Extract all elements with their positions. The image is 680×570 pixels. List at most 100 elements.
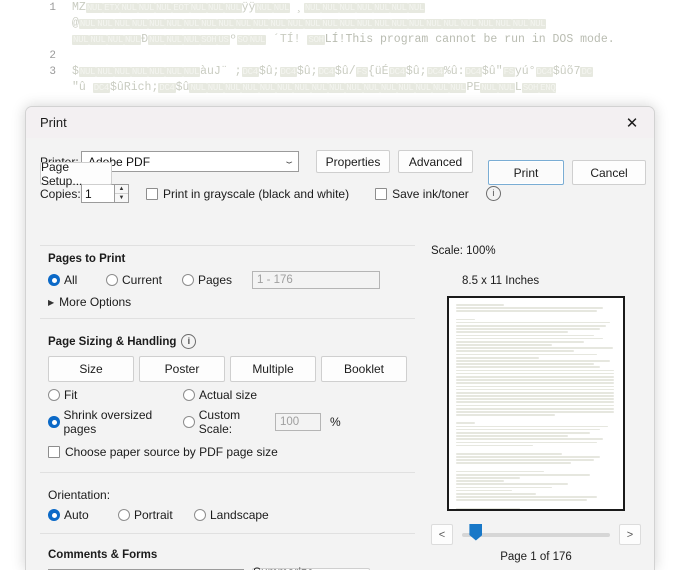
pages-to-print-group: Pages to Print All Current Pages 1 - 176 bbox=[40, 245, 415, 319]
radio-custom-scale-label: Custom Scale: bbox=[198, 408, 241, 436]
radio-landscape-indicator[interactable] bbox=[194, 509, 206, 521]
preview-line bbox=[456, 356, 540, 359]
radio-shrink-indicator[interactable] bbox=[48, 416, 60, 428]
preview-line bbox=[456, 507, 520, 509]
page-preview[interactable] bbox=[447, 296, 625, 511]
preview-line bbox=[456, 391, 615, 394]
preview-line bbox=[456, 452, 562, 455]
radio-auto[interactable]: Auto bbox=[48, 508, 118, 522]
pages-to-print-options: All Current Pages 1 - 176 bbox=[48, 271, 407, 289]
paper-source-checkbox[interactable]: Choose paper source by PDF page size bbox=[48, 445, 278, 459]
radio-actual-size-indicator[interactable] bbox=[183, 389, 195, 401]
preview-line bbox=[456, 441, 597, 444]
radio-landscape[interactable]: Landscape bbox=[194, 508, 269, 522]
preview-line bbox=[456, 496, 597, 498]
multiple-button[interactable]: Multiple bbox=[230, 356, 316, 382]
orientation-group: Orientation: Auto Portrait Landscape bbox=[40, 481, 415, 534]
more-options-toggle[interactable]: ▶ More Options bbox=[48, 295, 407, 309]
radio-fit-indicator[interactable] bbox=[48, 389, 60, 401]
preview-line bbox=[456, 385, 615, 388]
preview-line bbox=[456, 375, 615, 378]
page-indicator: Page 1 of 176 bbox=[500, 551, 572, 563]
preview-line-gap bbox=[456, 417, 616, 422]
preview-line bbox=[456, 435, 568, 437]
code-line: 3 $NUL NUL NUL NUL NUL NUL NULàuJ¨ ;DC4$û;DC4$û… bbox=[0, 64, 680, 80]
page-navigation: < > bbox=[431, 523, 641, 545]
radio-current-indicator[interactable] bbox=[106, 274, 118, 286]
preview-line bbox=[456, 379, 615, 381]
radio-actual-size-label: Actual size bbox=[199, 388, 258, 402]
page-slider-thumb[interactable] bbox=[469, 523, 483, 541]
preview-line bbox=[456, 340, 584, 343]
dialog-body: Printer: Adobe PDF ⌄ Properties Advanced… bbox=[26, 150, 654, 570]
radio-custom-scale[interactable]: Custom Scale: bbox=[183, 408, 275, 436]
page-setup-button[interactable]: Page Setup... bbox=[40, 160, 112, 188]
code-text: $NUL NUL NUL NUL NUL NUL NULàuJ¨ ;DC4$û;DC4$û;… bbox=[72, 65, 593, 78]
preview-line bbox=[456, 422, 476, 425]
radio-auto-label: Auto bbox=[64, 508, 89, 522]
radio-auto-indicator[interactable] bbox=[48, 509, 60, 521]
code-line: "û DC4$ûRich;DC4$ûNUL NUL NUL NUL NUL NUL NUL N… bbox=[0, 80, 680, 96]
radio-all[interactable]: All bbox=[48, 273, 106, 287]
radio-portrait-indicator[interactable] bbox=[118, 509, 130, 521]
custom-scale-input[interactable]: 100 bbox=[275, 413, 321, 431]
radio-pages-label: Pages bbox=[198, 273, 233, 287]
radio-shrink-label: Shrink oversized pages bbox=[63, 408, 153, 436]
radio-pages[interactable]: Pages bbox=[182, 273, 252, 287]
radio-pages-indicator[interactable] bbox=[182, 274, 194, 286]
code-line-list: 1 MZNUL ETX NUL NUL NUL EOT NUL NUL NULÿÿNUL NUL ¸… bbox=[0, 0, 680, 96]
preview-line bbox=[456, 388, 615, 391]
preview-line bbox=[456, 477, 520, 479]
page-slider-track[interactable] bbox=[462, 523, 610, 541]
poster-button[interactable]: Poster bbox=[139, 356, 225, 382]
radio-all-indicator[interactable] bbox=[48, 274, 60, 286]
preview-line bbox=[456, 486, 552, 489]
preview-line-gap bbox=[456, 503, 616, 508]
preview-line bbox=[456, 456, 600, 458]
preview-line bbox=[456, 372, 615, 375]
percent-label: % bbox=[330, 415, 341, 429]
info-icon[interactable]: i bbox=[181, 334, 197, 349]
size-button[interactable]: Size bbox=[48, 356, 134, 382]
print-button[interactable]: Print bbox=[488, 160, 564, 185]
next-page-button[interactable]: > bbox=[619, 524, 641, 545]
preview-line bbox=[456, 318, 476, 321]
line-number: 1 bbox=[49, 2, 56, 14]
preview-line bbox=[456, 331, 568, 333]
preview-line bbox=[456, 431, 591, 434]
orientation-options: Auto Portrait Landscape bbox=[48, 508, 407, 522]
radio-all-label: All bbox=[64, 273, 78, 287]
preview-line bbox=[456, 366, 600, 369]
page-sizing-title: Page Sizing & Handling bbox=[48, 335, 177, 348]
line-number: 3 bbox=[49, 66, 56, 78]
preview-line bbox=[456, 334, 594, 337]
pages-to-print-title: Pages to Print bbox=[48, 253, 126, 265]
radio-current[interactable]: Current bbox=[106, 273, 182, 287]
pages-range-input[interactable]: 1 - 176 bbox=[252, 271, 380, 289]
code-line: NUL NUL NUL NULÐNUL NUL NUL SOH USºSO NUL ´TÍ! S… bbox=[0, 32, 680, 48]
code-text: NUL NUL NUL NULÐNUL NUL NUL SOH USºSO NUL ´TÍ! S… bbox=[72, 33, 615, 46]
preview-line bbox=[456, 492, 536, 495]
dialog-title: Print bbox=[40, 115, 67, 130]
more-options-label: More Options bbox=[59, 295, 132, 309]
preview-line bbox=[456, 337, 604, 340]
previous-page-button[interactable]: < bbox=[431, 524, 453, 545]
radio-actual-size[interactable]: Actual size bbox=[183, 388, 257, 402]
page-sizing-title-row: Page Sizing & Handling i bbox=[48, 334, 407, 349]
preview-line bbox=[456, 344, 552, 346]
radio-custom-scale-indicator[interactable] bbox=[183, 416, 195, 428]
code-line: 2 bbox=[0, 48, 680, 64]
booklet-button[interactable]: Booklet bbox=[321, 356, 407, 382]
radio-fit-label: Fit bbox=[64, 388, 78, 402]
radio-portrait[interactable]: Portrait bbox=[118, 508, 194, 522]
radio-shrink[interactable]: Shrink oversized pages bbox=[48, 408, 183, 436]
code-line: 1 MZNUL ETX NUL NUL NUL EOT NUL NUL NULÿÿNUL NUL ¸… bbox=[0, 0, 680, 16]
cancel-button[interactable]: Cancel bbox=[572, 160, 646, 185]
preview-line bbox=[456, 407, 615, 410]
close-icon[interactable]: ✕ bbox=[610, 107, 654, 138]
preview-line bbox=[456, 347, 613, 349]
radio-fit[interactable]: Fit bbox=[48, 388, 183, 402]
preview-line bbox=[456, 360, 610, 362]
paper-source-checkbox-box[interactable] bbox=[48, 446, 60, 458]
preview-line bbox=[456, 411, 615, 413]
